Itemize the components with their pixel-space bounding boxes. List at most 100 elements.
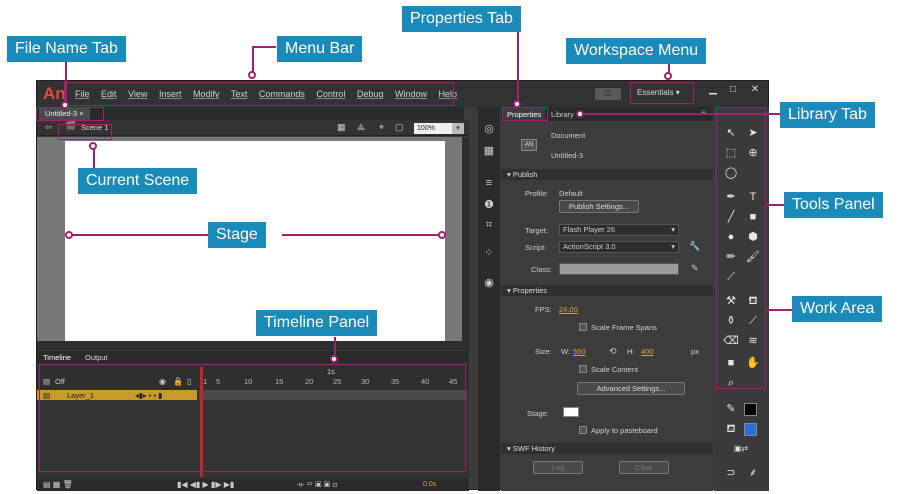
timeline-footer: ▤ ▦ 🗑 ▮◀ ◀▮ ▶ ▮▶ ▶▮ ⟛ ▭ ▣ ▣ ⊡ 0.0s — [37, 479, 469, 491]
tools-panel-highlight — [716, 107, 766, 389]
stage-color-swatch[interactable] — [563, 407, 579, 417]
vertical-scrollbar[interactable] — [462, 137, 470, 349]
color-icon[interactable]: ◉ — [483, 277, 495, 289]
callout-tools-panel: Tools Panel — [784, 192, 883, 218]
zoom-dropdown-icon[interactable]: ▾ — [452, 123, 464, 134]
chevron-down-icon: ▾ — [671, 225, 675, 234]
wrench-icon[interactable]: 🔧 — [689, 241, 700, 252]
script-select[interactable]: ActionScript 3.0 ▾ — [559, 241, 679, 253]
properties-panel: Properties Library ≡ AN Document Untitle… — [501, 107, 713, 491]
publish-section[interactable]: ▾ Publish — [501, 169, 713, 180]
tab-timeline[interactable]: Timeline — [43, 353, 71, 362]
properties-section[interactable]: ▾ Properties — [501, 285, 713, 296]
fps-value[interactable]: 24.00 — [559, 305, 578, 314]
center-stage-icon[interactable]: ⌖ — [379, 122, 384, 133]
apply-pasteboard-checkbox[interactable] — [579, 426, 587, 434]
align-icon[interactable]: ≡ — [483, 177, 495, 189]
chevron-down-icon: ▾ — [671, 242, 675, 251]
onion-controls-icon[interactable]: ⟛ ▭ ▣ ▣ ⊡ — [297, 480, 337, 490]
leader-library — [584, 113, 780, 115]
snap-icon[interactable]: ⊃ — [722, 465, 740, 481]
file-name-tab-highlight — [36, 107, 104, 121]
fill-color-swatch[interactable] — [744, 423, 757, 436]
menu-bar-highlight — [64, 82, 454, 106]
clear-button[interactable]: Clear — [619, 461, 669, 474]
h-label: H: — [627, 347, 635, 356]
motion-presets-icon[interactable]: ◎ — [483, 123, 495, 135]
sync-settings-button[interactable]: ◫ — [595, 88, 621, 100]
close-icon[interactable]: ✕ — [745, 82, 765, 98]
dot-stage-right — [438, 231, 446, 239]
fps-label: FPS: — [535, 305, 552, 314]
callout-work-area: Work Area — [792, 296, 883, 322]
tab-output[interactable]: Output — [85, 353, 108, 362]
maximize-icon[interactable]: □ — [723, 82, 743, 98]
leader-work-area — [766, 309, 792, 311]
log-button[interactable]: Log — [533, 461, 583, 474]
dot-workspace — [664, 72, 672, 80]
stroke-color-swatch[interactable] — [744, 403, 757, 416]
target-value: Flash Player 26 — [563, 225, 616, 234]
leader-properties — [517, 28, 519, 106]
edit-scene-icon[interactable]: ▦ — [337, 122, 346, 133]
pencil-icon[interactable]: ✎ — [691, 263, 699, 274]
current-scene-highlight — [58, 124, 112, 140]
dot-menu-bar — [248, 71, 256, 79]
doc-type: Document — [551, 131, 586, 140]
height-value[interactable]: 400 — [641, 347, 654, 356]
workspace-menu-highlight — [630, 82, 694, 104]
class-field[interactable] — [559, 263, 679, 275]
timeline-tabs: Timeline Output — [37, 351, 469, 363]
edit-symbols-icon[interactable]: ⟁ — [357, 122, 365, 133]
swf-history-section[interactable]: ▾ SWF History — [501, 443, 713, 454]
dot-file-name — [61, 101, 69, 109]
minimize-icon[interactable]: ▁ — [703, 82, 723, 98]
transform-icon[interactable]: ⌗ — [483, 219, 495, 231]
info-icon[interactable]: ❶ — [483, 199, 495, 211]
doc-name: Untitled-3 — [551, 151, 584, 160]
callout-stage: Stage — [208, 222, 266, 248]
tab-library[interactable]: Library — [547, 108, 578, 121]
components-icon[interactable]: ⁘ — [483, 247, 495, 259]
class-label: Class: — [531, 265, 552, 274]
back-arrow-icon[interactable]: ⇦ — [45, 122, 53, 133]
publish-settings-button[interactable]: Publish Settings... — [559, 200, 639, 213]
swap-colors-icon[interactable]: ▣⇄ — [732, 441, 750, 457]
link-icon[interactable]: ⟲ — [609, 346, 617, 357]
scale-content-label: Scale Content — [591, 365, 639, 374]
apply-pasteboard-label: Apply to pasteboard — [591, 426, 658, 435]
scale-content-checkbox[interactable] — [579, 365, 587, 373]
script-label: Script: — [525, 243, 547, 252]
publish-header: Publish — [512, 170, 538, 179]
swatches-icon[interactable]: ▦ — [483, 145, 495, 157]
dot-library — [576, 110, 584, 118]
dot-scene — [89, 142, 97, 150]
profile-value: Default — [559, 189, 583, 198]
dot-timeline — [330, 355, 338, 363]
smooth-icon[interactable]: ⸙ — [744, 465, 762, 481]
horizontal-scrollbar[interactable] — [37, 341, 470, 350]
swf-history-header: SWF History — [512, 444, 555, 453]
width-value[interactable]: 550 — [573, 347, 586, 356]
stroke-color-icon[interactable]: ✎ — [722, 401, 740, 417]
fill-color-icon[interactable]: ⛾ — [722, 421, 740, 437]
stage-label: Stage: — [527, 409, 549, 418]
doc-icon: AN — [521, 139, 537, 151]
scale-frame-spans-checkbox[interactable] — [579, 323, 587, 331]
properties-tab-highlight — [502, 107, 548, 121]
playback-controls-icon[interactable]: ▮◀ ◀▮ ▶ ▮▶ ▶▮ — [177, 480, 234, 489]
advanced-settings-button[interactable]: Advanced Settings... — [577, 382, 685, 395]
profile-label: Profile: — [525, 189, 549, 198]
leader-scene — [93, 148, 95, 168]
scale-frame-spans-label: Scale Frame Spans — [591, 323, 657, 332]
callout-properties-tab: Properties Tab — [402, 6, 521, 32]
clip-icon[interactable]: ▢ — [395, 122, 404, 133]
w-label: W: — [561, 347, 571, 356]
leader-stage-left — [70, 234, 208, 236]
callout-menu-bar: Menu Bar — [277, 36, 363, 62]
new-layer-icon[interactable]: ▤ ▦ 🗑 — [43, 480, 73, 489]
zoom-field[interactable]: 100% — [414, 123, 452, 134]
px-unit: px — [691, 347, 699, 356]
target-label: Target: — [525, 226, 548, 235]
target-select[interactable]: Flash Player 26 ▾ — [559, 224, 679, 236]
